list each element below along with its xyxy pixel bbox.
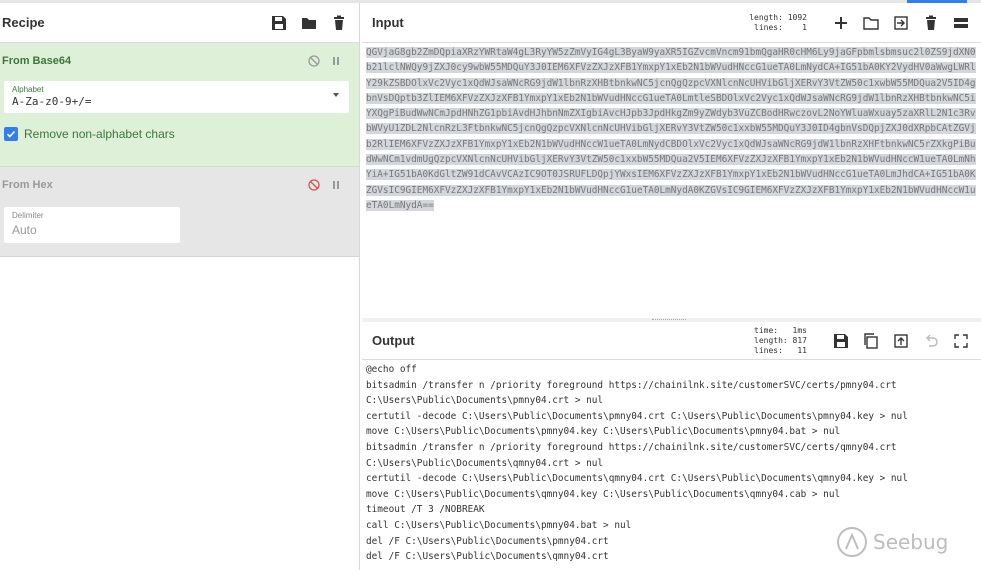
input-lines-label: lines: [754, 22, 783, 32]
delimiter-value: Auto [12, 223, 37, 237]
remove-non-alphabet-label: Remove non-alphabet chars [24, 127, 175, 141]
input-textarea[interactable]: QGVjaG8gb2ZmDQpiaXRzYWRtaW4gL3RyYW5zZmVy… [366, 45, 977, 213]
breakpoint-button[interactable] [327, 176, 345, 194]
input-length-value: 1092 [787, 12, 807, 22]
output-stats: time: 1ms length: 817 lines: 11 [754, 326, 807, 356]
operation-from-hex[interactable]: From Hex Delimiter Auto [0, 167, 359, 257]
seebug-logo-icon [837, 527, 867, 557]
input-title: Input [372, 15, 404, 30]
folder-icon [302, 17, 316, 29]
maximise-output-button[interactable] [951, 331, 971, 351]
output-lines-label: lines: [754, 345, 783, 355]
remove-non-alphabet-checkbox[interactable] [4, 127, 18, 141]
output-lines-value: 11 [797, 345, 807, 355]
disable-operation-button[interactable] [305, 52, 323, 70]
output-header: Output time: 1ms length: 817 lines: 11 [362, 322, 981, 360]
add-input-tab-button[interactable] [831, 13, 851, 33]
alphabet-select[interactable]: Alphabet A-Za-z0-9+/= [4, 81, 349, 113]
reset-layout-button[interactable] [951, 13, 971, 33]
breakpoint-button[interactable] [327, 52, 345, 70]
output-title: Output [372, 333, 415, 348]
save-icon [834, 333, 848, 348]
clear-input-button[interactable] [921, 13, 941, 33]
delimiter-input[interactable]: Delimiter Auto [4, 207, 180, 243]
undo-button[interactable] [921, 331, 941, 351]
copy-icon [864, 332, 878, 349]
remove-non-alphabet-checkbox-row[interactable]: Remove non-alphabet chars [4, 127, 345, 141]
save-recipe-button[interactable] [269, 13, 289, 33]
trash-icon [926, 15, 936, 30]
replace-input-button[interactable] [891, 331, 911, 351]
output-time-label: time: [754, 325, 779, 335]
clear-recipe-button[interactable] [329, 13, 349, 33]
recipe-header: Recipe [0, 3, 359, 43]
layout-icon [954, 17, 968, 28]
output-length-label: length: [754, 335, 788, 345]
alphabet-value: A-Za-z0-9+/= [12, 95, 92, 108]
chevron-down-icon [333, 93, 339, 97]
input-pane: Input length: 1092 lines: 1 QGVjaG8gb2Zm… [362, 3, 981, 319]
input-lines-value: 1 [802, 22, 807, 32]
delimiter-label: Delimiter [12, 211, 44, 220]
operation-from-base64[interactable]: From Base64 Alphabet A-Za-z0-9+/= Remove… [0, 43, 359, 167]
plus-icon [835, 16, 847, 29]
input-stats: length: 1092 lines: 1 [749, 13, 807, 33]
pause-icon [333, 57, 339, 65]
trash-icon [334, 15, 344, 30]
open-folder-button[interactable] [861, 13, 881, 33]
input-content: QGVjaG8gb2ZmDQpiaXRzYWRtaW4gL3RyYW5zZmVy… [366, 47, 976, 211]
open-file-button[interactable] [891, 13, 911, 33]
alphabet-label: Alphabet [12, 85, 44, 94]
load-recipe-button[interactable] [299, 13, 319, 33]
fullscreen-icon [954, 333, 968, 348]
disable-operation-button[interactable] [305, 176, 323, 194]
output-length-value: 817 [792, 335, 807, 345]
disable-icon [308, 55, 320, 67]
pause-icon [333, 181, 339, 189]
input-header: Input length: 1092 lines: 1 [362, 3, 981, 43]
output-time-value: 1ms [792, 325, 807, 335]
seebug-watermark: Seebug [835, 525, 948, 559]
move-to-input-icon [894, 333, 908, 348]
file-import-icon [894, 15, 908, 30]
recipe-title: Recipe [2, 15, 45, 30]
operation-name: From Hex [2, 179, 53, 191]
recipe-pane: Recipe From Base64 Alphabet A-Za-z0-9+/= [0, 3, 360, 570]
folder-open-icon [863, 16, 879, 30]
disable-icon [308, 179, 320, 191]
copy-output-button[interactable] [861, 331, 881, 351]
operation-name: From Base64 [2, 55, 72, 67]
checkmark-icon [6, 130, 16, 138]
watermark-text: Seebug [873, 530, 949, 554]
save-icon [272, 15, 286, 30]
undo-icon [926, 334, 938, 347]
save-output-button[interactable] [831, 331, 851, 351]
resize-grip [652, 319, 686, 321]
input-length-label: length: [749, 12, 783, 22]
